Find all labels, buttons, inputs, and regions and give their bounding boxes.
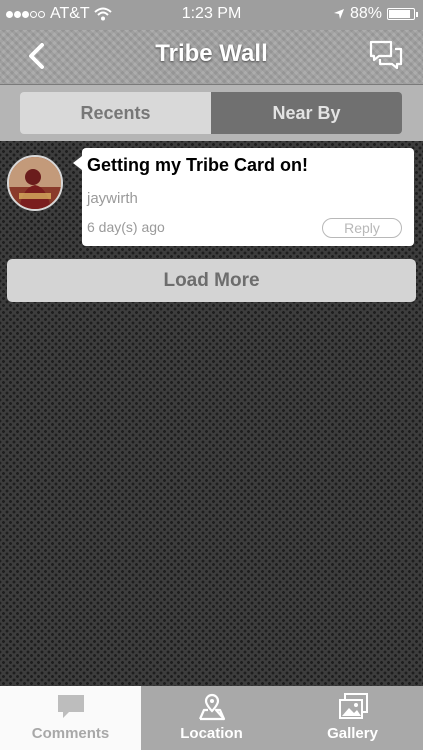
battery-percent: 88% [349,5,382,22]
tab-gallery[interactable]: Gallery [282,686,423,750]
avatar[interactable] [7,155,63,211]
post-timestamp: 6 day(s) ago [87,219,165,235]
map-pin-icon [198,693,225,721]
comment-icon [57,695,84,718]
wall-feed: Getting my Tribe Card on! jaywirth 6 day… [0,141,423,686]
load-more-button[interactable]: Load More [7,259,416,302]
location-arrow-icon [333,9,344,19]
reply-button[interactable]: Reply [322,218,402,238]
post-text: Getting my Tribe Card on! [87,155,309,175]
battery-icon [387,8,418,20]
user-photo-icon [9,157,61,209]
chat-bubbles-icon [369,40,403,70]
tab-location[interactable]: Location [141,686,282,750]
tab-location-label: Location [180,725,243,742]
gallery-icon [338,693,368,719]
segment-control-bar: Recents Near By [0,85,423,141]
status-bar: AT&T 1:23 PM 88% [0,0,423,30]
tab-comments-label: Comments [31,725,110,742]
post-username[interactable]: jaywirth [87,190,138,207]
chat-button[interactable] [365,36,405,76]
status-right: 88% [333,5,418,23]
tab-bar: Comments Location Gallery [0,686,423,750]
post-card: Getting my Tribe Card on! jaywirth 6 day… [73,148,414,246]
tab-comments[interactable]: Comments [0,686,141,750]
segment-recents[interactable]: Recents [20,92,211,134]
tab-gallery-label: Gallery [327,725,378,742]
segmented-control: Recents Near By [20,92,402,134]
segment-near-by[interactable]: Near By [211,92,402,134]
page-title: Tribe Wall [155,40,268,67]
navigation-bar: Tribe Wall [0,30,423,85]
